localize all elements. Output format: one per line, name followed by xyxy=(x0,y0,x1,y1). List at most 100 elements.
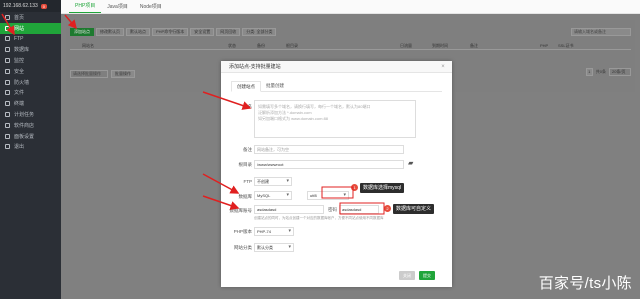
col-header[interactable]: 网站名 xyxy=(82,43,94,49)
folder-icon[interactable]: ▰ xyxy=(408,159,413,167)
sidebar-item-terminal[interactable]: 终端 xyxy=(0,98,61,109)
col-header: PHP xyxy=(540,43,549,48)
sidebar-item-label: 监控 xyxy=(14,58,25,65)
default-site-button[interactable]: 默认站点 xyxy=(126,28,150,36)
database-select[interactable]: MySQL xyxy=(254,191,292,200)
per-page-select[interactable]: 20条/页 xyxy=(609,68,631,76)
ftp-label: FTP xyxy=(243,179,253,184)
sidebar-item-label: 网站 xyxy=(14,25,25,32)
sidebar-item-label: 安全 xyxy=(14,68,25,75)
root-input[interactable]: /www/wwwroot xyxy=(254,160,404,169)
sidebar-item-monitor[interactable]: 监控 xyxy=(0,55,61,66)
sidebar-item-label: 文件 xyxy=(14,90,25,97)
shield-icon xyxy=(5,68,10,74)
batch-actions: 请选择批量操作 批量操作 xyxy=(70,70,135,78)
callout-label: 数据库可自定义 xyxy=(393,204,435,214)
charset-select[interactable]: utf8 xyxy=(307,191,349,200)
sidebar-item-security[interactable]: 安全 xyxy=(0,66,61,77)
col-header: 备份 xyxy=(257,43,265,48)
callout-number: 1 xyxy=(351,184,358,191)
batch-button[interactable]: 批量操作 xyxy=(111,70,135,78)
recycle-button[interactable]: 网页回收 xyxy=(216,28,241,36)
db-account-input[interactable]: asdasdasd xyxy=(254,205,324,214)
server-ip-text: 192.168.62.133 xyxy=(3,3,38,9)
col-header[interactable]: 到期时间 xyxy=(432,43,448,49)
password-label: 密码 xyxy=(328,207,337,212)
sidebar-item-files[interactable]: 文件 xyxy=(0,88,61,99)
batch-select[interactable]: 请选择批量操作 xyxy=(70,70,108,78)
sidebar-item-label: 计划任务 xyxy=(14,112,35,119)
php-select[interactable]: PHP-74 xyxy=(254,227,294,236)
add-site-button[interactable]: 添加站点 xyxy=(70,28,94,36)
domain-hint: 如另加端口格式为 www.domain.com:88 xyxy=(258,116,329,121)
home-icon xyxy=(5,14,10,20)
category-label: 网站分类 xyxy=(234,245,252,250)
total-count: 共0条 xyxy=(595,69,606,74)
gear-icon xyxy=(5,133,10,139)
category-select[interactable]: 默认分类 xyxy=(254,243,294,252)
domain-textarea[interactable]: 如需填写多个域名，请换行填写，每行一个域名，默认为80端口 泛解析添加方法 *.… xyxy=(254,100,416,138)
db-account-label: 数据库账号 xyxy=(229,208,253,213)
clock-icon xyxy=(5,112,10,118)
dialog-header: 添加站点-支持批量建站 xyxy=(221,61,452,73)
search-input[interactable]: 请输入域名或备注 xyxy=(571,28,631,36)
ftp-icon xyxy=(5,36,10,42)
sidebar-item-store[interactable]: 软件商店 xyxy=(0,120,61,131)
sidebar-item-database[interactable]: 数据库 xyxy=(0,44,61,55)
close-icon[interactable]: × xyxy=(440,64,446,70)
col-header: 日流量 xyxy=(400,43,412,48)
sidebar-item-label: 首页 xyxy=(14,14,25,21)
default-page-button[interactable]: 修改默认页 xyxy=(96,28,124,36)
tab-php[interactable]: PHP项目 xyxy=(69,2,102,13)
sidebar-item-home[interactable]: 首页 xyxy=(0,12,61,23)
database-label: 数据库 xyxy=(238,194,253,199)
logout-icon xyxy=(5,144,10,150)
table-header: 网站名 状态 备份 根目录 日流量 到期时间 备注 PHP SSL证书 xyxy=(70,42,631,50)
firewall-icon xyxy=(5,79,10,85)
php-cli-button[interactable]: PHP命令行版本 xyxy=(152,28,189,36)
domain-label: 域名 xyxy=(243,104,252,109)
page-number[interactable]: 1 xyxy=(585,68,593,76)
submit-button[interactable]: 提交 xyxy=(419,271,435,280)
password-input[interactable]: asdasdasd xyxy=(339,205,379,214)
dialog-title: 添加站点-支持批量建站 xyxy=(229,64,281,70)
dialog-tabs: 创建站点 批量创建 xyxy=(231,81,442,92)
col-header: 根目录 xyxy=(286,43,298,48)
root-label: 根目录 xyxy=(238,162,253,167)
watermark: 百家号/ts小陈 xyxy=(538,275,632,292)
globe-icon xyxy=(5,25,10,31)
notification-badge[interactable]: 0 xyxy=(40,3,47,9)
tab-batch-create[interactable]: 批量创建 xyxy=(261,81,289,91)
security-settings-button[interactable]: 安全设置 xyxy=(190,28,215,36)
col-header: 备注 xyxy=(470,43,478,48)
callout-label: 数据库选择mysql xyxy=(360,183,405,193)
db-hint: 创建站点的同时，为站点创建一个对应的数据库帐户，方便不同站点使用不同数据库 xyxy=(254,216,384,220)
category-filter[interactable]: 分类: 全部分类 xyxy=(242,28,277,36)
sidebar-item-label: 防火墙 xyxy=(14,79,30,86)
tab-create-site[interactable]: 创建站点 xyxy=(231,81,261,92)
sidebar-item-firewall[interactable]: 防火墙 xyxy=(0,77,61,88)
folder-icon xyxy=(5,90,10,96)
sidebar-item-label: 数据库 xyxy=(14,47,30,54)
store-icon xyxy=(5,122,10,128)
project-tabs: PHP项目 Java项目 Node项目 xyxy=(61,0,640,14)
sidebar-item-ftp[interactable]: FTP xyxy=(0,34,61,45)
tab-java[interactable]: Java项目 xyxy=(101,3,134,13)
terminal-icon xyxy=(5,101,10,107)
cancel-button[interactable]: 关闭 xyxy=(399,271,415,280)
pagination: 1 共0条 20条/页 xyxy=(585,68,631,76)
col-header: SSL证书 xyxy=(558,43,574,48)
sidebar-item-logout[interactable]: 退出 xyxy=(0,142,61,153)
sidebar-item-settings[interactable]: 面板设置 xyxy=(0,131,61,142)
sidebar-item-label: 退出 xyxy=(14,144,25,151)
database-icon xyxy=(5,47,10,53)
sidebar-item-website[interactable]: 网站 xyxy=(0,22,61,34)
sidebar-item-cron[interactable]: 计划任务 xyxy=(0,109,61,120)
ftp-select[interactable]: 不创建 xyxy=(254,177,292,186)
sidebar-item-label: 面板设置 xyxy=(14,133,35,140)
tab-node[interactable]: Node项目 xyxy=(134,3,168,13)
col-header[interactable]: 状态 xyxy=(228,43,236,49)
add-site-dialog: 添加站点-支持批量建站 × 创建站点 批量创建 域名 如需填写多个域名，请换行填… xyxy=(221,61,452,287)
remark-input[interactable]: 网站备注，可为空 xyxy=(254,145,404,154)
sidebar-item-label: 软件商店 xyxy=(14,122,35,129)
